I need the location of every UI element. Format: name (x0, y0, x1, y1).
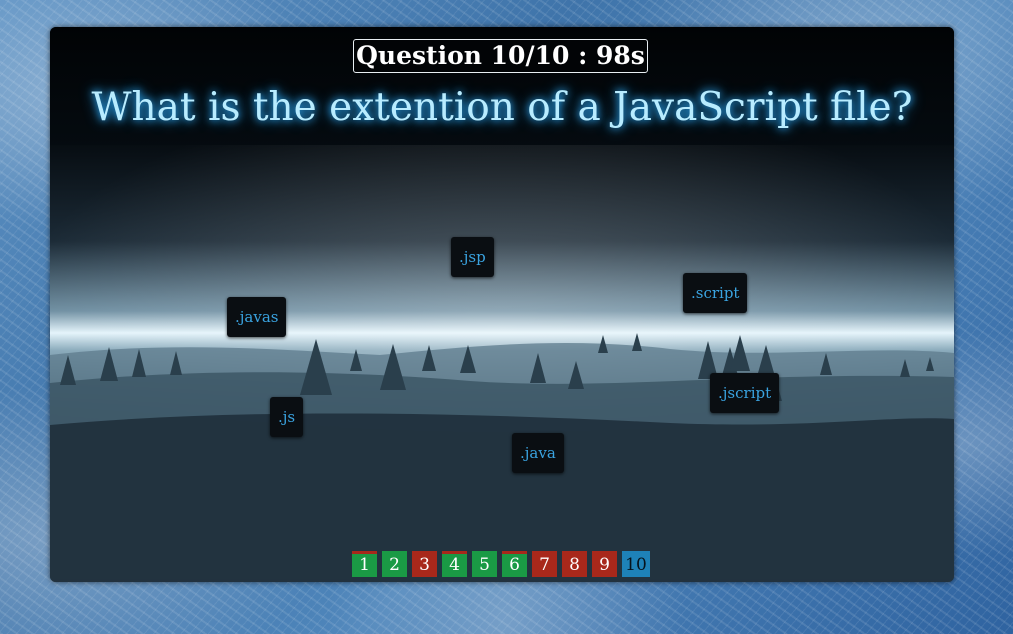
progress-item[interactable]: 1 (352, 551, 377, 577)
progress-item[interactable]: 7 (532, 551, 557, 577)
answer-option-javas[interactable]: .javas (227, 297, 287, 337)
progress-item[interactable]: 5 (472, 551, 497, 577)
snowy-landscape-background (50, 145, 954, 582)
progress-item[interactable]: 9 (592, 551, 617, 577)
progress-item[interactable]: 8 (562, 551, 587, 577)
answer-option-java[interactable]: .java (512, 433, 564, 473)
progress-item-current[interactable]: 10 (622, 551, 650, 577)
progress-item[interactable]: 4 (442, 551, 467, 577)
answer-option-js[interactable]: .js (270, 397, 304, 437)
answer-option-jscript[interactable]: .jscript (710, 373, 780, 413)
quiz-game-panel: Question 10/10 : 98s What is the extenti… (50, 27, 954, 582)
answer-option-script[interactable]: .script (683, 273, 748, 313)
question-text: What is the extention of a JavaScript fi… (91, 85, 913, 130)
progress-item[interactable]: 6 (502, 551, 527, 577)
answer-option-jsp[interactable]: .jsp (451, 237, 494, 277)
progress-item[interactable]: 3 (412, 551, 437, 577)
question-timer: Question 10/10 : 98s (353, 39, 648, 73)
progress-item[interactable]: 2 (382, 551, 407, 577)
